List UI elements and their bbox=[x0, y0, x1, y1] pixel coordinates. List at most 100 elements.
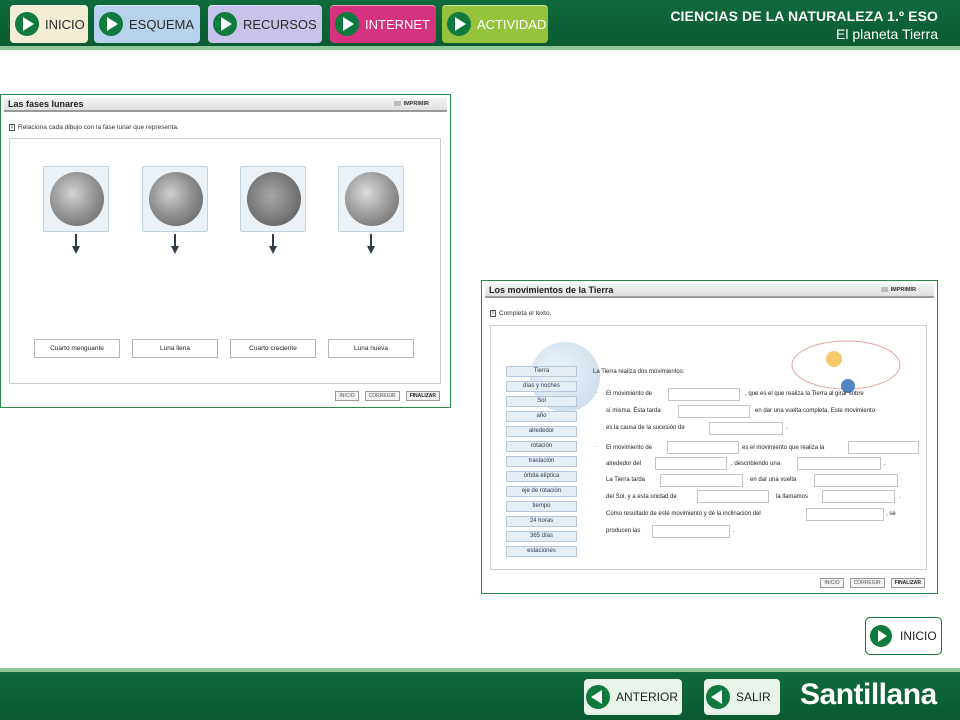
nav-label: ACTIVIDAD bbox=[477, 16, 547, 32]
word-tile[interactable]: días y noches bbox=[506, 381, 577, 392]
play-icon bbox=[335, 12, 359, 36]
blank-field[interactable] bbox=[655, 457, 727, 470]
blank-field[interactable] bbox=[667, 441, 739, 454]
nav-recursos-button[interactable]: RECURSOS bbox=[208, 5, 322, 43]
play-icon bbox=[213, 12, 237, 36]
panel-buttons: INICIO CORREGIR FINALIZAR bbox=[820, 578, 925, 588]
page: INICIO ESQUEMA RECURSOS INTERNET ACTIVID… bbox=[0, 0, 960, 720]
text-line: es el movimiento que realiza la bbox=[742, 445, 825, 451]
phase-label[interactable]: Luna llena bbox=[132, 339, 218, 358]
moon-image bbox=[149, 172, 203, 226]
salir-button[interactable]: SALIR bbox=[704, 679, 780, 715]
orbit-diagram bbox=[791, 340, 901, 393]
text-line: . bbox=[733, 528, 735, 534]
text-line: , describiendo una bbox=[731, 461, 781, 467]
text-line: sí misma. Ésta tarda bbox=[606, 408, 661, 414]
nav-label: RECURSOS bbox=[243, 16, 317, 32]
finalizar-button[interactable]: FINALIZAR bbox=[405, 391, 440, 401]
inicio-label: INICIO bbox=[900, 629, 937, 643]
word-tile[interactable]: estaciones bbox=[506, 546, 577, 557]
inicio-small-button[interactable]: INICIO bbox=[820, 578, 844, 588]
nav-internet-button[interactable]: INTERNET bbox=[330, 5, 436, 43]
word-tile[interactable]: eje de rotación bbox=[506, 486, 577, 497]
corregir-button[interactable]: CORREGIR bbox=[849, 578, 885, 588]
moon-image bbox=[50, 172, 104, 226]
text-line: . bbox=[786, 425, 788, 431]
word-tile[interactable]: Sol bbox=[506, 396, 577, 407]
santillana-logo: Santillana bbox=[800, 678, 937, 711]
text-line: es la causa de la sucesión de bbox=[606, 425, 685, 431]
word-tile[interactable]: tiempo bbox=[506, 501, 577, 512]
play-icon bbox=[99, 12, 123, 36]
text-line: la llamamos bbox=[776, 494, 809, 500]
moon-image bbox=[247, 172, 301, 226]
print-label: IMPRIMIR bbox=[403, 101, 429, 107]
word-tile[interactable]: traslación bbox=[506, 456, 577, 467]
blank-field[interactable] bbox=[806, 508, 884, 521]
blank-field[interactable] bbox=[822, 490, 895, 503]
text-line: , que es el que realiza la Tierra al gir… bbox=[745, 391, 864, 397]
word-tile[interactable]: año bbox=[506, 411, 577, 422]
arrow-down-icon bbox=[367, 234, 375, 254]
phase-label[interactable]: Cuarto creciente bbox=[230, 339, 316, 358]
blank-field[interactable] bbox=[668, 388, 740, 401]
word-tile[interactable]: rotación bbox=[506, 441, 577, 452]
arrow-down-icon bbox=[269, 234, 277, 254]
moon-card[interactable] bbox=[43, 166, 109, 232]
blank-field[interactable] bbox=[697, 490, 769, 503]
print-button[interactable]: IMPRIMIR bbox=[393, 101, 429, 107]
text-line: en dar una vuelta bbox=[750, 477, 797, 483]
lunar-phases-panel: Las fases lunares IMPRIMIR i Relaciona ca… bbox=[0, 94, 451, 408]
bullet: · bbox=[595, 390, 597, 396]
instruction-text: Completa el texto. bbox=[499, 310, 552, 318]
text-line: . bbox=[884, 461, 886, 467]
blank-field[interactable] bbox=[848, 441, 919, 454]
word-tile[interactable]: 24 horas bbox=[506, 516, 577, 527]
nav-esquema-button[interactable]: ESQUEMA bbox=[94, 5, 200, 43]
info-icon: i bbox=[9, 124, 15, 131]
word-tile[interactable]: Tierra bbox=[506, 366, 577, 377]
text-line: Como resultado de este movimiento y de l… bbox=[606, 511, 761, 517]
text-line: El movimiento de bbox=[606, 391, 653, 397]
nav-actividad-button[interactable]: ACTIVIDAD bbox=[442, 5, 548, 43]
instruction: i Completa el texto. bbox=[490, 310, 551, 317]
blank-field[interactable] bbox=[814, 474, 898, 487]
inicio-home-button[interactable]: INICIO bbox=[865, 617, 942, 655]
text-line: . bbox=[899, 494, 901, 500]
text-line: del Sol, y a esta unidad de bbox=[606, 494, 677, 500]
corregir-button[interactable]: CORREGIR bbox=[364, 391, 400, 401]
blank-field[interactable] bbox=[797, 457, 881, 470]
inicio-small-button[interactable]: INICIO bbox=[335, 391, 359, 401]
text-line: La Tierra tarda bbox=[606, 477, 646, 483]
word-tile[interactable]: alrededor bbox=[506, 426, 577, 437]
moon-card[interactable] bbox=[240, 166, 306, 232]
blank-field[interactable] bbox=[660, 474, 743, 487]
instruction-text: Relaciona cada dibujo con la fase lunar … bbox=[18, 124, 179, 132]
bullet: · bbox=[595, 444, 597, 450]
moon-image bbox=[345, 172, 399, 226]
panel-title: Los movimientos de la Tierra bbox=[489, 285, 614, 295]
moon-card[interactable] bbox=[338, 166, 404, 232]
print-button[interactable]: IMPRIMIR bbox=[880, 287, 916, 293]
text-line: alrededor del bbox=[606, 461, 642, 467]
nav-inicio-button[interactable]: INICIO bbox=[10, 5, 88, 43]
top-bar-stripe bbox=[0, 46, 960, 50]
title-block: CIENCIAS DE LA NATURALEZA 1.º ESO El pla… bbox=[670, 8, 938, 42]
phase-label[interactable]: Luna nueva bbox=[328, 339, 414, 358]
anterior-button[interactable]: ANTERIOR bbox=[584, 679, 682, 715]
salir-label: SALIR bbox=[736, 690, 771, 704]
finalizar-button[interactable]: FINALIZAR bbox=[890, 578, 925, 588]
blank-field[interactable] bbox=[709, 422, 783, 435]
arrow-down-icon bbox=[72, 234, 80, 254]
unit-title: El planeta Tierra bbox=[836, 26, 938, 42]
text-line: producen las bbox=[606, 528, 641, 534]
phase-label[interactable]: Cuarto menguante bbox=[34, 339, 120, 358]
blank-field[interactable] bbox=[652, 525, 730, 538]
print-label: IMPRIMIR bbox=[890, 287, 916, 293]
moon-card[interactable] bbox=[142, 166, 208, 232]
printer-icon bbox=[880, 287, 888, 293]
play-icon bbox=[870, 625, 892, 647]
blank-field[interactable] bbox=[678, 405, 750, 418]
word-tile[interactable]: 365 días bbox=[506, 531, 577, 542]
word-tile[interactable]: órbita elíptica bbox=[506, 471, 577, 482]
